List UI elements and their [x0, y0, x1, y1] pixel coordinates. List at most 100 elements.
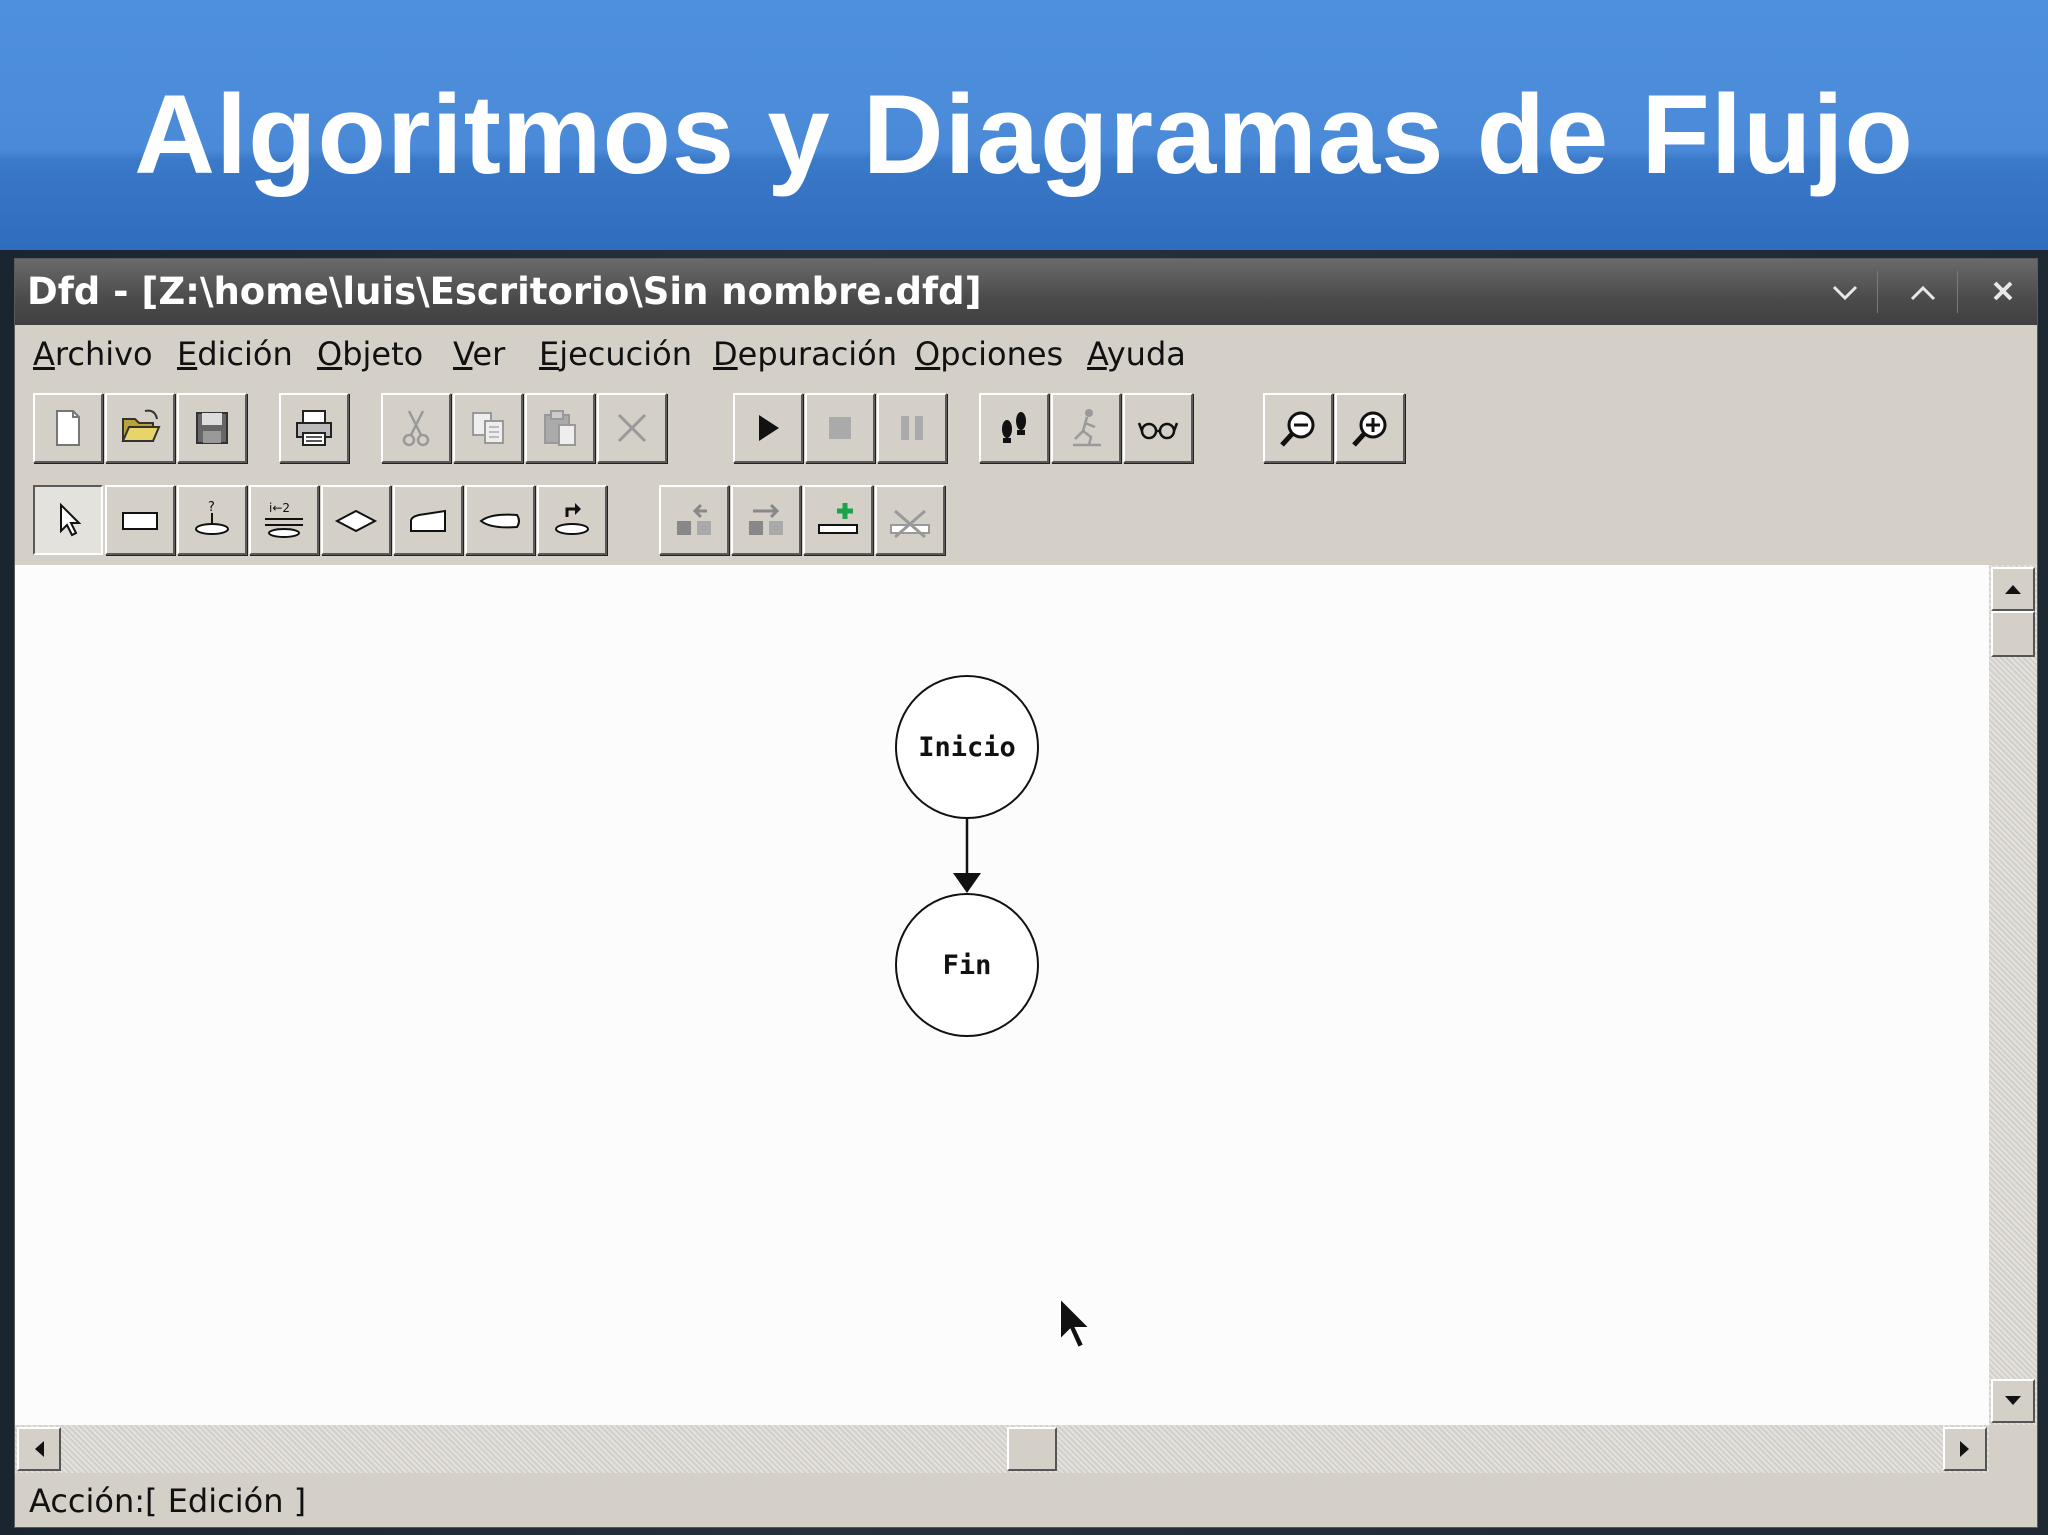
insert-before-button[interactable]: [659, 485, 729, 555]
step-button[interactable]: [979, 393, 1049, 463]
save-button[interactable]: [177, 393, 247, 463]
title-bar[interactable]: Dfd - [Z:\home\luis\Escritorio\Sin nombr…: [15, 259, 2037, 325]
menu-ayuda[interactable]: Ayuda: [1087, 333, 1186, 375]
flow-node-start[interactable]: Inicio: [895, 675, 1039, 819]
save-icon: [196, 412, 228, 444]
stop-icon: [829, 417, 851, 439]
menu-objeto[interactable]: Objeto: [317, 333, 423, 375]
copy-button[interactable]: [453, 393, 523, 463]
scroll-left-button[interactable]: [17, 1427, 61, 1471]
mouse-cursor-icon: [1059, 1296, 1093, 1350]
insert-after-button[interactable]: [731, 485, 801, 555]
subprogram-button[interactable]: [537, 485, 607, 555]
new-subprogram-icon: [818, 503, 858, 534]
step-icon: [1002, 412, 1026, 443]
pointer-button[interactable]: [33, 485, 103, 555]
watch-button[interactable]: [1123, 393, 1193, 463]
menu-opciones[interactable]: Opciones: [915, 333, 1063, 375]
chevron-up-icon: [1910, 285, 1936, 301]
arrow-right-icon: [1960, 1441, 1969, 1457]
pause-button[interactable]: [877, 393, 947, 463]
flowchart-canvas[interactable]: Inicio Fin: [15, 565, 1989, 1425]
svg-text:?: ?: [208, 500, 215, 515]
new-subprogram-button[interactable]: [803, 485, 873, 555]
menu-ejecucion[interactable]: Ejecución: [539, 333, 692, 375]
insert-before-icon: [677, 503, 711, 535]
while-loop-icon: [410, 509, 446, 532]
svg-text:i←2: i←2: [269, 501, 290, 515]
scroll-down-button[interactable]: [1991, 1379, 2035, 1423]
delete-subprogram-button[interactable]: [875, 485, 945, 555]
pause-icon: [901, 416, 923, 440]
menu-depuracion[interactable]: Depuración: [713, 333, 897, 375]
horizontal-scrollbar[interactable]: [15, 1425, 1989, 1473]
paste-icon: [544, 410, 576, 446]
cut-icon: [402, 410, 430, 447]
new-button[interactable]: [33, 393, 103, 463]
vertical-scroll-thumb[interactable]: [1991, 611, 2035, 657]
subprogram-icon: [555, 503, 589, 535]
menu-archivo[interactable]: Archivo: [33, 333, 153, 375]
output-button[interactable]: [465, 485, 535, 555]
menu-ver[interactable]: Ver: [453, 333, 505, 375]
for-loop-icon: i←2: [265, 501, 303, 538]
watch-icon: [1137, 422, 1179, 440]
insert-after-icon: [749, 503, 783, 535]
copy-icon: [472, 412, 504, 444]
open-button[interactable]: [105, 393, 175, 463]
cut-button[interactable]: [381, 393, 451, 463]
arrow-up-icon: [2005, 585, 2021, 594]
zoom-out-button[interactable]: [1263, 393, 1333, 463]
menu-bar: Archivo Edición Objeto Ver Ejecución Dep…: [15, 325, 2037, 383]
print-button[interactable]: [279, 393, 349, 463]
assignment-icon: [122, 512, 158, 530]
arrow-left-icon: [35, 1441, 44, 1457]
chevron-down-icon: [1832, 285, 1858, 301]
menu-edicion[interactable]: Edición: [177, 333, 293, 375]
run-icon: [759, 415, 779, 441]
scroll-right-button[interactable]: [1943, 1427, 1987, 1471]
decision-icon: [334, 509, 378, 533]
for-loop-button[interactable]: i←2: [249, 485, 319, 555]
horizontal-scroll-thumb[interactable]: [1007, 1427, 1057, 1471]
stop-button[interactable]: [805, 393, 875, 463]
new-icon: [56, 410, 80, 446]
delete-button[interactable]: [597, 393, 667, 463]
close-button[interactable]: [1973, 267, 2033, 317]
decision-button[interactable]: [321, 485, 391, 555]
zoom-out-icon: [1280, 411, 1315, 447]
flow-connector-arrow: [953, 819, 981, 893]
minimize-button[interactable]: [1815, 267, 1875, 317]
status-bar: Acción:[ Edición ]: [15, 1473, 2037, 1527]
output-icon: [479, 513, 520, 529]
zoom-in-button[interactable]: [1335, 393, 1405, 463]
scroll-up-button[interactable]: [1991, 567, 2035, 611]
title-separator: [1957, 271, 1958, 313]
read-button[interactable]: ?: [177, 485, 247, 555]
paste-button[interactable]: [525, 393, 595, 463]
slide-title: Algoritmos y Diagramas de Flujo: [134, 72, 1914, 197]
run-button[interactable]: [733, 393, 803, 463]
delete-icon: [617, 413, 647, 443]
flow-node-label: Fin: [942, 949, 992, 981]
maximize-button[interactable]: [1893, 267, 1953, 317]
zoom-in-icon: [1352, 411, 1387, 447]
close-icon: [1993, 281, 2013, 301]
pointer-icon: [60, 502, 82, 537]
app-window: Dfd - [Z:\home\luis\Escritorio\Sin nombr…: [14, 258, 2038, 1528]
slide-header: Algoritmos y Diagramas de Flujo: [0, 0, 2048, 262]
flow-node-label: Inicio: [918, 731, 1016, 763]
assignment-button[interactable]: [105, 485, 175, 555]
open-icon: [121, 409, 161, 442]
delete-subprogram-icon: [890, 509, 930, 539]
print-icon: [296, 410, 332, 446]
arrow-down-icon: [2005, 1396, 2021, 1405]
run-to-button[interactable]: [1051, 393, 1121, 463]
run-to-icon: [1073, 409, 1101, 447]
vertical-scrollbar[interactable]: [1989, 565, 2037, 1425]
flow-node-end[interactable]: Fin: [895, 893, 1039, 1037]
while-loop-button[interactable]: [393, 485, 463, 555]
status-text: Acción:[ Edición ]: [29, 1482, 307, 1520]
title-separator: [1877, 271, 1878, 313]
window-title: Dfd - [Z:\home\luis\Escritorio\Sin nombr…: [27, 270, 982, 313]
